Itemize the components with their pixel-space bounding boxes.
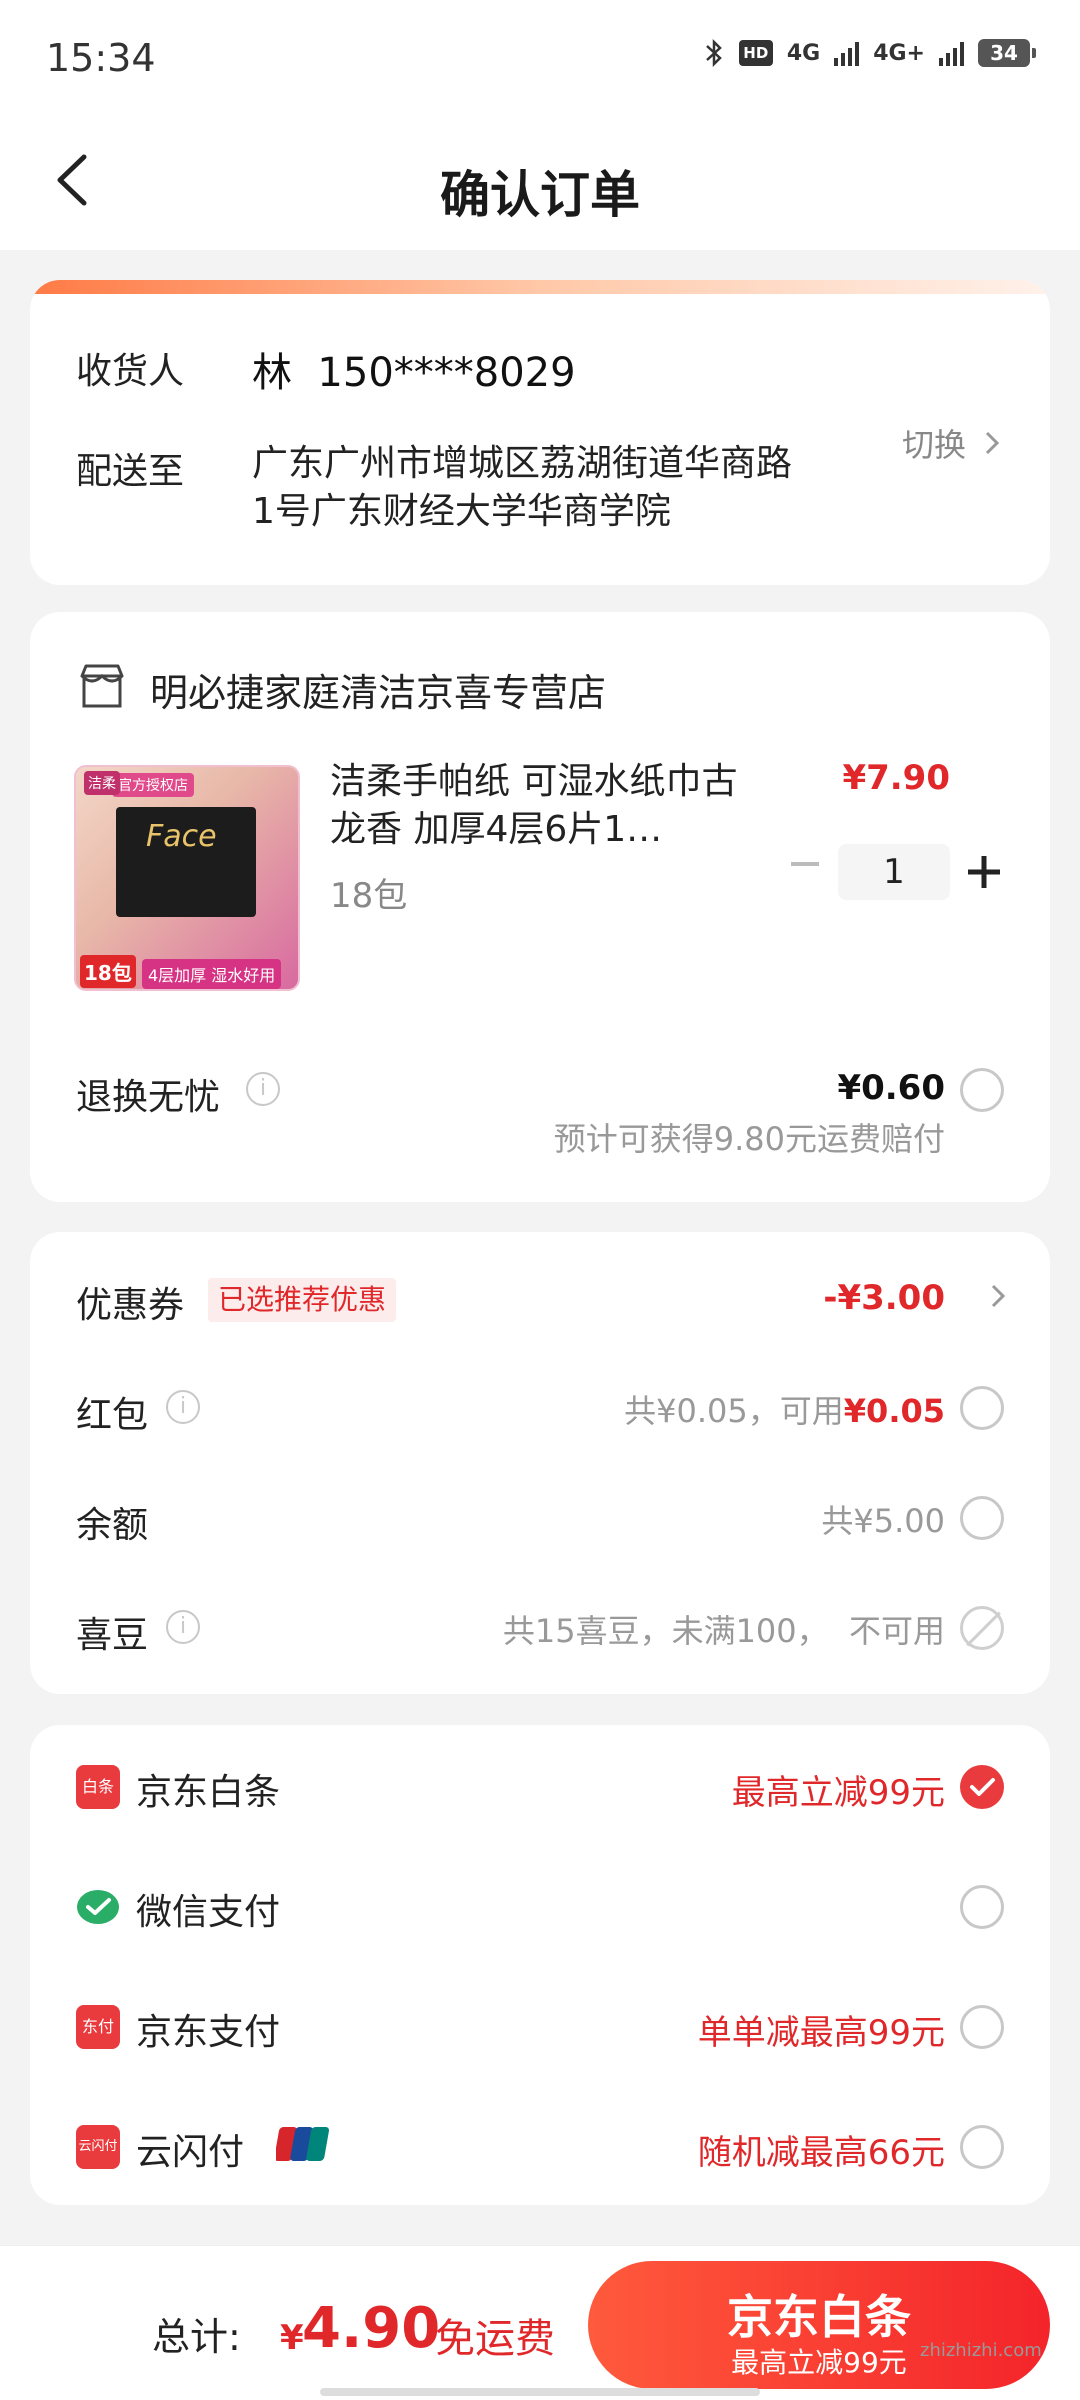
payment-radio-jdpay[interactable] xyxy=(960,2005,1004,2049)
payment-radio-quickpass[interactable] xyxy=(960,2125,1004,2169)
ship-address: 广东广州市增城区荔湖街道华商路1号广东财经大学华商学院 xyxy=(252,443,793,532)
product-image-badge: 官方授权店 xyxy=(112,773,194,797)
quantity-input[interactable]: 1 xyxy=(838,844,950,900)
checkout-bar: 总计: ¥ 4.90 免运费 京东白条 最高立减99元 xyxy=(0,2245,1080,2400)
red-packet-available: ¥0.05 xyxy=(843,1392,945,1430)
payment-methods-card: 白条 京东白条 最高立减99元 微信支付 东付 京东支付 单单减最高99元 云闪… xyxy=(30,1725,1050,2205)
status-bar: 15:34 HD 4G 4G+ 34 xyxy=(0,0,1080,115)
check-icon xyxy=(970,1778,995,1796)
payment-label-jdpay[interactable]: 京东支付 xyxy=(136,2003,280,2055)
product-price: ¥7.90 xyxy=(842,758,950,798)
switch-label: 切换 xyxy=(901,426,966,464)
red-packet-radio[interactable] xyxy=(960,1386,1004,1430)
info-icon[interactable]: i xyxy=(246,1072,280,1106)
battery-icon: 34 xyxy=(978,39,1036,67)
balance-radio[interactable] xyxy=(960,1496,1004,1540)
balance-label: 余额 xyxy=(76,1505,149,1546)
product-card: 明必捷家庭清洁京喜专营店 官方授权店 洁柔 Face 18包 4层加厚 湿水好用… xyxy=(30,612,1050,1202)
info-icon[interactable]: i xyxy=(166,1390,200,1424)
red-packet-label: 红包 xyxy=(76,1395,149,1436)
store-icon xyxy=(80,664,124,708)
quickpass-icon: 云闪付 xyxy=(76,2125,120,2169)
beans-value: 共15喜豆，未满100， 不可用 xyxy=(502,1612,945,1650)
red-packet-prefix: 共¥0.05，可用 xyxy=(624,1392,844,1430)
network-4g-plus-label: 4G+ xyxy=(873,40,925,66)
watermark: zhizhizhi.com xyxy=(920,2340,1042,2361)
coupon-tag: 已选推荐优惠 xyxy=(208,1278,397,1322)
total-label: 总计: xyxy=(152,2315,241,2359)
bluetooth-icon xyxy=(705,38,722,68)
hd-icon: HD xyxy=(738,40,773,66)
submit-order-button[interactable]: 京东白条 最高立减99元 xyxy=(588,2261,1050,2389)
return-service-label: 退换无忧 xyxy=(76,1077,221,1118)
receiver-label: 收货人 xyxy=(76,351,185,392)
product-image-promo: 4层加厚 湿水好用 xyxy=(142,959,282,989)
quantity-minus-button[interactable] xyxy=(785,844,825,884)
free-shipping-label: 免运费 xyxy=(435,2316,555,2362)
address-card[interactable]: 收货人 林 150****8029 配送至 广东广州市增城区荔湖街道华商路1号广… xyxy=(30,280,1050,585)
product-image-count: 18包 xyxy=(80,955,136,988)
beans-radio-disabled xyxy=(960,1606,1004,1650)
payment-promo-jdpay: 单单减最高99元 xyxy=(697,2013,945,2053)
jd-baitiao-icon: 白条 xyxy=(76,1765,120,1809)
unionpay-logo-icon xyxy=(276,2127,330,2161)
receiver-value: 林 150****8029 xyxy=(252,350,576,396)
product-image-line: Face xyxy=(146,819,217,854)
signal-icon xyxy=(834,40,860,66)
status-icons: HD 4G 4G+ 34 xyxy=(703,38,1036,68)
coupon-value[interactable]: -¥3.00 xyxy=(823,1278,945,1318)
discounts-card: 优惠券 已选推荐优惠 -¥3.00 红包 i 共¥0.05，可用¥0.05 余额… xyxy=(30,1232,1050,1694)
quantity-plus-button[interactable] xyxy=(964,852,1004,892)
wechat-pay-icon xyxy=(77,1890,119,1924)
submit-button-label: 京东白条 xyxy=(727,2290,911,2344)
red-packet-value: 共¥0.05，可用¥0.05 xyxy=(624,1386,945,1432)
payment-label-wechat[interactable]: 微信支付 xyxy=(136,1883,280,1935)
product-image[interactable]: 官方授权店 洁柔 Face 18包 4层加厚 湿水好用 xyxy=(74,765,300,991)
status-time: 15:34 xyxy=(46,36,156,80)
network-4g-label: 4G xyxy=(786,40,821,66)
signal-icon-2 xyxy=(939,40,964,66)
payment-promo-quickpass: 随机减最高66元 xyxy=(697,2133,945,2173)
product-title[interactable]: 洁柔手帕纸 可湿水纸巾古龙香 加厚4层6片1… xyxy=(330,758,770,854)
payment-promo-baitiao: 最高立减99元 xyxy=(731,1773,945,1813)
home-indicator[interactable] xyxy=(320,2388,760,2396)
return-service-radio[interactable] xyxy=(960,1068,1004,1112)
chevron-right-icon[interactable] xyxy=(990,1282,1006,1310)
address-accent-bar xyxy=(30,280,1050,294)
switch-address-button[interactable]: 切换 xyxy=(902,420,1000,466)
chevron-right-icon xyxy=(985,431,1000,455)
store-name[interactable]: 明必捷家庭清洁京喜专营店 xyxy=(150,662,606,717)
page-title: 确认订单 xyxy=(440,166,640,224)
payment-label-baitiao[interactable]: 京东白条 xyxy=(136,1763,280,1815)
product-image-brand: 洁柔 xyxy=(84,771,120,795)
header: 确认订单 xyxy=(0,115,1080,250)
total-amount: 4.90 xyxy=(302,2296,441,2361)
jd-pay-icon: 东付 xyxy=(76,2005,120,2049)
ship-to-label: 配送至 xyxy=(76,451,185,492)
return-service-price: ¥0.60 xyxy=(837,1068,945,1108)
total-currency: ¥ xyxy=(280,2318,304,2358)
product-spec: 18包 xyxy=(330,876,408,916)
coupon-label: 优惠券 xyxy=(76,1285,185,1326)
payment-radio-wechat[interactable] xyxy=(960,1885,1004,1929)
payment-radio-baitiao[interactable] xyxy=(960,1765,1004,1809)
beans-label: 喜豆 xyxy=(76,1615,149,1656)
balance-value: 共¥5.00 xyxy=(821,1502,945,1540)
return-service-note: 预计可获得9.80元运费赔付 xyxy=(553,1120,945,1158)
payment-label-quickpass[interactable]: 云闪付 xyxy=(136,2123,244,2175)
info-icon[interactable]: i xyxy=(166,1610,200,1644)
